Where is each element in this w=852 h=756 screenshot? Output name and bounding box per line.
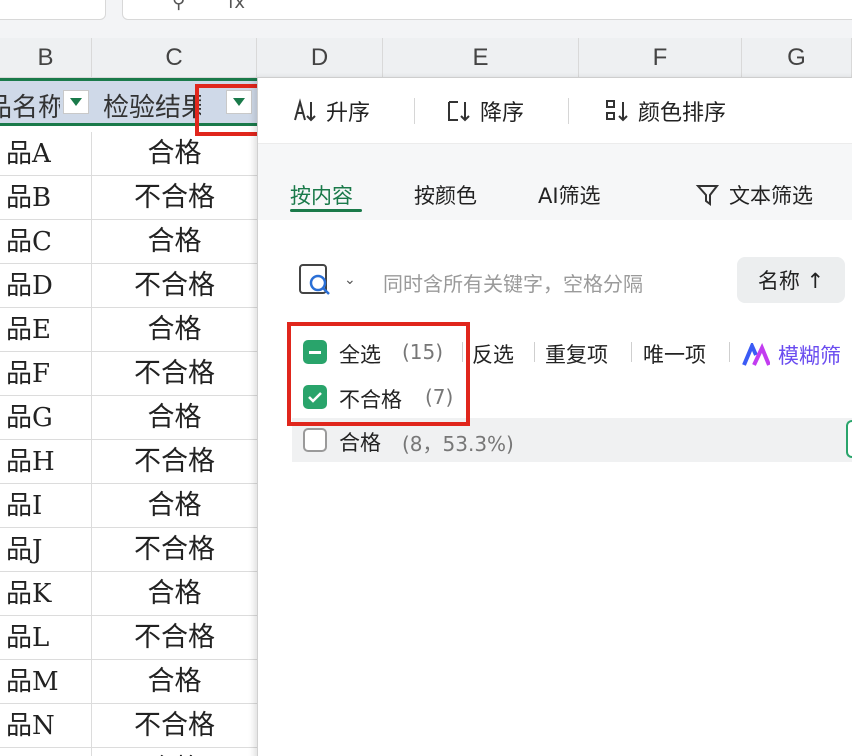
filter-dropdown-b[interactable] <box>63 90 89 114</box>
invert-selection-button[interactable]: 反选 <box>472 339 514 369</box>
search-icon: ⚲ <box>172 0 186 13</box>
table-row: 品C 合格 <box>0 220 257 264</box>
sort-ascending-button[interactable]: 升序 <box>292 94 370 128</box>
cell-name[interactable]: 品B <box>0 176 92 220</box>
sort-by-name-button[interactable]: 名称 ↑ <box>737 257 845 303</box>
column-header-b[interactable]: B <box>0 38 92 78</box>
sort-descending-button[interactable]: 降序 <box>446 94 524 128</box>
table-row: 品B 不合格 <box>0 176 257 220</box>
table-row: 品G 合格 <box>0 396 257 440</box>
list-item-label[interactable]: 合格 <box>339 427 381 457</box>
cell-name[interactable]: 品M <box>0 660 92 704</box>
divider <box>729 342 730 362</box>
search-icon <box>299 264 330 295</box>
cell-result[interactable]: 合格 <box>92 396 257 440</box>
divider <box>414 98 415 124</box>
cell-name[interactable]: 品D <box>0 264 92 308</box>
active-tab-underline <box>290 209 362 212</box>
sort-ascending-label: 升序 <box>326 101 371 126</box>
cell-result[interactable]: 合格 <box>92 660 257 704</box>
cell-name[interactable]: 品F <box>0 352 92 396</box>
table-row: 品E 合格 <box>0 308 257 352</box>
cell-name[interactable]: 品G <box>0 396 92 440</box>
cell-result[interactable]: 不合格 <box>92 352 257 396</box>
table-row: 品N 不合格 <box>0 704 257 748</box>
cell-name[interactable]: 品A <box>0 132 92 176</box>
cell-result[interactable]: 合格 <box>92 132 257 176</box>
name-box[interactable] <box>0 0 106 20</box>
column-header-d[interactable]: D <box>257 38 383 78</box>
sort-toolbar: 升序 降序 颜色排序 <box>258 78 852 144</box>
formula-bar: ⚲ fx <box>0 0 852 38</box>
tab-text-filter-label: 文本筛选 <box>729 184 813 208</box>
cell-result[interactable]: 不合格 <box>92 264 257 308</box>
cell-name[interactable]: 品L <box>0 616 92 660</box>
column-header-f[interactable]: F <box>579 38 742 78</box>
fuzzy-filter-label: 模糊筛 <box>778 344 841 368</box>
cell-name[interactable]: 品K <box>0 572 92 616</box>
dropdown-arrow-icon <box>70 98 82 106</box>
cell-result[interactable]: 合格 <box>92 484 257 528</box>
table-row: 品D 不合格 <box>0 264 257 308</box>
fx-label: fx <box>228 0 245 13</box>
cell-result[interactable]: 合格 <box>92 220 257 264</box>
cell-result[interactable]: 不合格 <box>92 704 257 748</box>
column-header-g[interactable]: G <box>742 38 852 78</box>
spreadsheet-grid: 品名称 检验结果 品A合格 品B不合格 品C合格 品D不合格 品E合格 品F不合… <box>0 78 257 756</box>
duplicates-button[interactable]: 重复项 <box>545 339 608 369</box>
item-checkbox-unchecked[interactable] <box>303 428 327 452</box>
table-row: 品J 不合格 <box>0 528 257 572</box>
funnel-icon <box>695 185 720 206</box>
unique-button[interactable]: 唯一项 <box>643 339 706 369</box>
cell-name[interactable]: 品C <box>0 220 92 264</box>
divider <box>631 342 632 362</box>
table-row: 品K 合格 <box>0 572 257 616</box>
highlight-box-checkboxes <box>287 322 470 426</box>
cell-name[interactable]: 品E <box>0 308 92 352</box>
header-cell-result[interactable]: 检验结果 <box>103 87 201 124</box>
fuzzy-filter-button[interactable]: 模糊筛 <box>742 340 841 370</box>
ai-logo-icon <box>742 343 770 366</box>
tab-text-filter[interactable]: 文本筛选 <box>695 180 813 210</box>
cell-name[interactable]: 品 <box>0 748 92 756</box>
cell-result[interactable]: 合格 <box>92 748 257 756</box>
sort-by-color-button[interactable]: 颜色排序 <box>604 94 726 128</box>
cell-result[interactable]: 不合格 <box>92 528 257 572</box>
cell-name[interactable]: 品J <box>0 528 92 572</box>
table-row: 品M 合格 <box>0 660 257 704</box>
divider <box>568 98 569 124</box>
only-this-button-edge[interactable] <box>846 420 852 458</box>
sort-asc-icon <box>294 98 316 122</box>
list-item-count: (8，53.3%) <box>402 432 514 456</box>
cell-result[interactable]: 不合格 <box>92 616 257 660</box>
divider <box>534 342 535 362</box>
table-row: 品H 不合格 <box>0 440 257 484</box>
sort-by-color-label: 颜色排序 <box>638 101 727 126</box>
column-header-e[interactable]: E <box>383 38 579 78</box>
cell-name[interactable]: 品I <box>0 484 92 528</box>
table-row: 品I 合格 <box>0 484 257 528</box>
cell-result[interactable]: 不合格 <box>92 440 257 484</box>
search-mode-dropdown[interactable]: ⌄ <box>298 262 356 298</box>
tab-by-content[interactable]: 按内容 <box>290 180 353 210</box>
tab-ai-filter[interactable]: AI筛选 <box>538 180 601 210</box>
cell-result[interactable]: 合格 <box>92 572 257 616</box>
sort-descending-label: 降序 <box>480 101 525 126</box>
table-row: 品F 不合格 <box>0 352 257 396</box>
cell-result[interactable]: 不合格 <box>92 176 257 220</box>
search-input[interactable]: 同时含所有关键字，空格分隔 <box>383 268 643 297</box>
sort-desc-icon <box>448 101 470 122</box>
table-row: 品A 合格 <box>0 132 257 176</box>
color-sort-icon <box>606 100 628 122</box>
table-row: 品合格 <box>0 748 257 756</box>
cell-name[interactable]: 品N <box>0 704 92 748</box>
column-header-c[interactable]: C <box>92 38 257 78</box>
tab-by-color[interactable]: 按颜色 <box>414 180 477 210</box>
header-cell-name[interactable]: 品名称 <box>0 87 60 124</box>
highlight-box-filter <box>195 84 265 136</box>
chevron-down-icon: ⌄ <box>344 272 356 288</box>
cell-result[interactable]: 合格 <box>92 308 257 352</box>
cell-name[interactable]: 品H <box>0 440 92 484</box>
table-row: 品L 不合格 <box>0 616 257 660</box>
